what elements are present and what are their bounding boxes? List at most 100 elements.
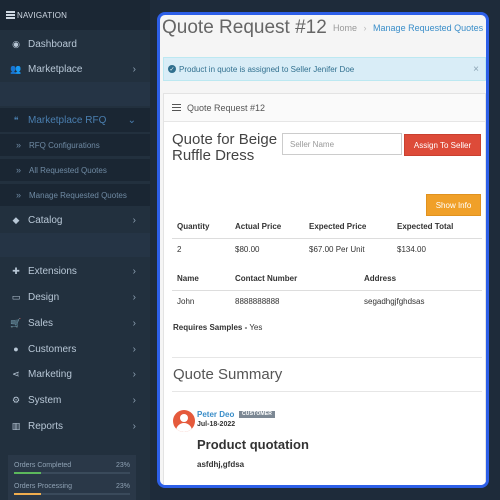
sidebar-divider xyxy=(0,82,150,106)
column-header: Expected Price xyxy=(304,216,392,239)
bar-chart-icon: ▥ xyxy=(11,420,21,431)
cart-icon: 🛒 xyxy=(10,317,22,328)
chevron-right-icon: › xyxy=(132,214,136,226)
breadcrumb-home[interactable]: Home xyxy=(333,23,357,33)
table-header-row: Name Contact Number Address xyxy=(172,268,482,291)
sidebar-item-marketplace[interactable]: 👥 Marketplace › xyxy=(0,57,150,81)
check-circle-icon: ✓ xyxy=(168,65,176,73)
gear-icon: ⚙ xyxy=(11,394,21,405)
sidebar-item-design[interactable]: ▭ Design › xyxy=(0,285,150,309)
sidebar-item-label: Marketplace xyxy=(28,63,83,75)
orders-processing-stat: Orders Processing 23% xyxy=(14,483,130,495)
column-header: Actual Price xyxy=(230,216,304,239)
monitor-icon: ▭ xyxy=(11,291,21,302)
tag-icon: ◆ xyxy=(12,214,20,225)
chevron-down-icon: ⌄ xyxy=(127,114,136,126)
breadcrumb-current[interactable]: Manage Requested Quotes xyxy=(373,23,483,33)
sidebar: NAVIGATION ◉ Dashboard 👥 Marketplace › ❝… xyxy=(0,0,150,500)
table-cell: $67.00 Per Unit xyxy=(309,244,365,254)
menu-icon xyxy=(6,10,15,21)
dashboard-icon: ◉ xyxy=(12,38,20,49)
chevron-right-icon: › xyxy=(132,420,136,432)
stat-label: Orders Processing xyxy=(14,483,72,490)
divider xyxy=(172,391,482,392)
sidebar-item-reports[interactable]: ▥ Reports › xyxy=(0,414,150,438)
chevron-right-icon: › xyxy=(132,63,136,75)
user-icon: ● xyxy=(13,344,19,354)
share-icon: ⋖ xyxy=(12,368,20,379)
comment-title: Product quotation xyxy=(197,437,309,452)
progress-bar xyxy=(14,493,130,495)
progress-fill xyxy=(14,472,41,474)
sidebar-item-dashboard[interactable]: ◉ Dashboard xyxy=(0,32,150,56)
table-cell: 2 xyxy=(177,244,182,254)
table-row: 2 $80.00 $67.00 Per Unit $134.00 xyxy=(172,238,482,260)
users-icon: 👥 xyxy=(10,63,22,74)
close-icon[interactable]: × xyxy=(473,64,479,75)
sidebar-item-catalog[interactable]: ◆ Catalog › xyxy=(0,208,150,232)
sidebar-item-marketplace-rfq[interactable]: ❝ Marketplace RFQ ⌄ xyxy=(0,108,150,132)
chevron-right-icon: › xyxy=(132,265,136,277)
sidebar-item-label: Design xyxy=(28,291,60,303)
divider xyxy=(172,357,482,358)
seller-table: Name Contact Number Address John 8888888… xyxy=(172,268,482,312)
breadcrumb: Home › Manage Requested Quotes xyxy=(333,23,483,33)
sidebar-item-marketing[interactable]: ⋖ Marketing › xyxy=(0,362,150,386)
requires-samples: Requires Samples - Yes xyxy=(173,323,262,332)
sidebar-item-label: Sales xyxy=(28,317,54,329)
card-heading: Quote Request #12 xyxy=(187,102,266,113)
progress-fill xyxy=(14,493,41,495)
progress-bar xyxy=(14,472,130,474)
sidebar-item-extensions[interactable]: ✚ Extensions › xyxy=(0,259,150,283)
stat-value: 23% xyxy=(115,462,130,469)
table-header-row: Quantity Actual Price Expected Price Exp… xyxy=(172,216,482,239)
comment-body: asfdhj,gfdsa xyxy=(197,460,245,469)
sidebar-subitem-all-requested-quotes[interactable]: » All Requested Quotes xyxy=(0,159,150,181)
column-header: Quantity xyxy=(172,216,230,239)
sidebar-item-customers[interactable]: ● Customers › xyxy=(0,337,150,361)
orders-completed-stat: Orders Completed 23% xyxy=(14,462,130,474)
sidebar-item-system[interactable]: ⚙ System › xyxy=(0,388,150,412)
show-info-button[interactable]: Show Info xyxy=(426,194,481,216)
column-header: Name xyxy=(172,268,230,291)
sidebar-item-label: Customers xyxy=(28,343,77,355)
avatar-body xyxy=(176,423,192,432)
sidebar-subitem-label: Manage Requested Quotes xyxy=(29,190,127,200)
card-header: Quote Request #12 xyxy=(164,94,485,122)
sidebar-subitem-rfq-configurations[interactable]: » RFQ Configurations xyxy=(0,134,150,156)
comment-author[interactable]: Peter Deo xyxy=(197,410,234,419)
quote-title: Quote for Beige Ruffle Dress xyxy=(172,131,278,164)
sidebar-item-label: Catalog xyxy=(28,214,63,226)
avatar-head xyxy=(180,414,188,422)
table-row: John 8888888888 segadhgjfghdsas xyxy=(172,290,482,312)
puzzle-icon: ✚ xyxy=(12,265,20,276)
sidebar-subitem-manage-requested-quotes[interactable]: » Manage Requested Quotes xyxy=(0,184,150,206)
chevron-right-icon: › xyxy=(132,291,136,303)
table-cell: $134.00 xyxy=(397,244,426,254)
sidebar-item-label: Marketplace RFQ xyxy=(28,114,107,126)
chevron-right-icon: › xyxy=(132,368,136,380)
stat-label: Orders Completed xyxy=(14,462,72,469)
table-cell: John xyxy=(177,296,195,306)
table-cell: segadhgjfghdsas xyxy=(364,296,425,306)
chevron-right-icon: › xyxy=(132,394,136,406)
sidebar-item-sales[interactable]: 🛒 Sales › xyxy=(0,311,150,335)
quote-icon: ❝ xyxy=(13,114,19,125)
requires-samples-label: Requires Samples - xyxy=(173,323,248,332)
table-cell: $80.00 xyxy=(235,244,260,254)
double-chevron-icon: » xyxy=(16,190,22,200)
quote-summary-title: Quote Summary xyxy=(173,366,283,383)
sidebar-item-label: Marketing xyxy=(28,368,72,380)
price-table: Quantity Actual Price Expected Price Exp… xyxy=(172,216,482,260)
role-badge: CUSTOMER xyxy=(239,411,276,418)
requires-samples-value: Yes xyxy=(249,323,263,332)
page-title: Quote Request #12 xyxy=(162,17,327,38)
sidebar-item-label: Dashboard xyxy=(28,38,77,50)
chevron-right-icon: › xyxy=(132,343,136,355)
seller-name-input[interactable] xyxy=(282,133,402,155)
comment-date: Jul-18-2022 xyxy=(197,421,236,428)
assign-to-seller-button[interactable]: Assign To Seller xyxy=(404,134,481,156)
nav-header: NAVIGATION xyxy=(0,0,150,30)
avatar xyxy=(173,410,195,432)
sidebar-subitem-label: All Requested Quotes xyxy=(29,165,107,175)
